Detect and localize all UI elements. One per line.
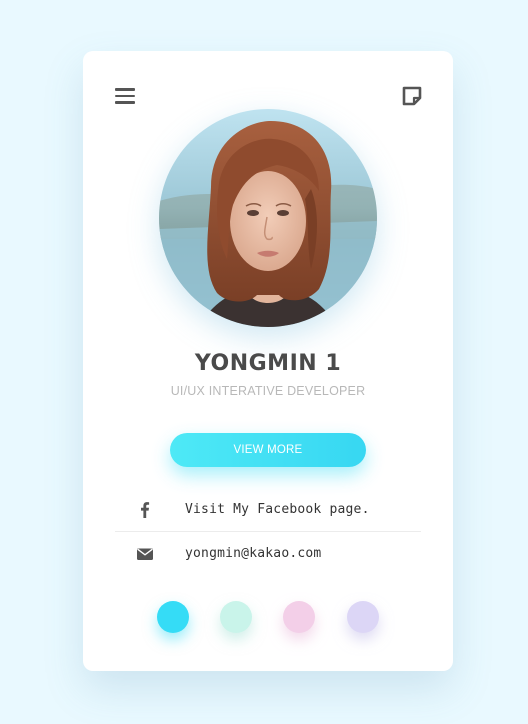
menu-line bbox=[115, 94, 135, 98]
color-swatch-mint[interactable] bbox=[220, 601, 252, 633]
menu-line bbox=[115, 101, 135, 104]
divider bbox=[115, 531, 421, 532]
mail-icon bbox=[135, 544, 155, 564]
profile-card: YONGMIN 1 UI/UX INTERATIVE DEVELOPER VIE… bbox=[83, 51, 453, 671]
contact-email-label: yongmin@kakao.com bbox=[185, 546, 322, 561]
note-icon[interactable] bbox=[401, 85, 423, 107]
contact-facebook[interactable]: Visit My Facebook page. bbox=[115, 492, 421, 528]
facebook-icon bbox=[135, 500, 155, 520]
menu-line bbox=[115, 88, 135, 91]
color-swatch-cyan[interactable] bbox=[157, 601, 189, 633]
view-more-button[interactable]: VIEW MORE bbox=[170, 433, 366, 467]
avatar bbox=[159, 109, 377, 327]
color-swatch-pink[interactable] bbox=[283, 601, 315, 633]
contact-facebook-label: Visit My Facebook page. bbox=[185, 502, 370, 517]
contact-email[interactable]: yongmin@kakao.com bbox=[115, 536, 421, 572]
profile-role: UI/UX INTERATIVE DEVELOPER bbox=[170, 384, 366, 398]
color-swatch-lavender[interactable] bbox=[347, 601, 379, 633]
profile-name: YONGMIN 1 bbox=[194, 351, 342, 376]
menu-icon[interactable] bbox=[115, 87, 135, 105]
